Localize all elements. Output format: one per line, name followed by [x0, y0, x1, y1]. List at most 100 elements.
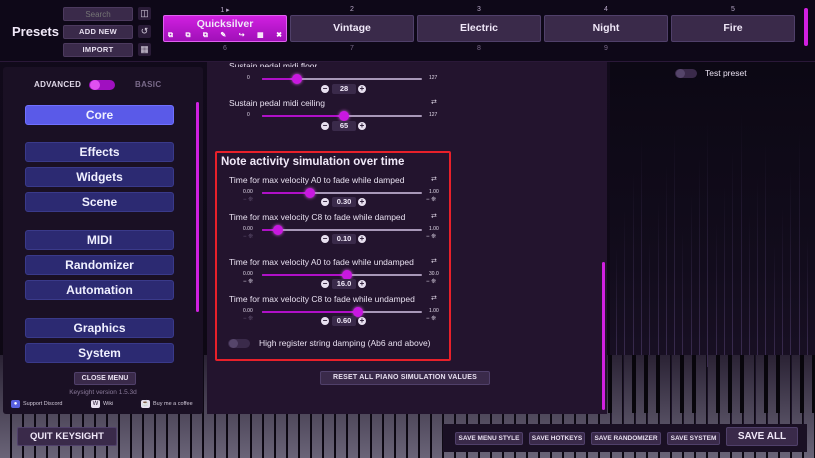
close-menu-button[interactable]: CLOSE MENU [74, 372, 136, 385]
slot-number-1: 1 ▸ [220, 7, 230, 14]
sustain-ceiling-fill [262, 115, 344, 117]
coffee-icon: ☕ [141, 400, 150, 408]
light-beam [806, 236, 808, 367]
save-menu-style-button[interactable]: SAVE MENU STYLE [455, 432, 523, 445]
paste-icon[interactable]: ⧉ [203, 32, 208, 40]
save-all-button[interactable]: SAVE ALL [726, 427, 798, 446]
reset-icon[interactable]: ⇄ [431, 176, 440, 183]
import-button[interactable]: IMPORT [63, 43, 133, 57]
slot-number-6[interactable]: 6 [163, 45, 287, 52]
save-icon[interactable]: ▦ [138, 43, 151, 56]
reset-all-button[interactable]: RESET ALL PIANO SIMULATION VALUES [320, 371, 490, 385]
a0-undamped-value[interactable]: 16.0 [332, 279, 356, 289]
light-beam [732, 149, 734, 367]
increment-button[interactable]: + [358, 122, 366, 130]
decrement-button[interactable]: − [321, 198, 329, 206]
decrement-button[interactable]: − [321, 280, 329, 288]
fine-decrement[interactable]: − ❊ [243, 196, 253, 203]
sidebar-item-scene[interactable]: Scene [25, 192, 174, 212]
increment-button[interactable]: + [358, 85, 366, 93]
high-register-damping-toggle[interactable] [228, 339, 250, 348]
sustain-floor-value[interactable]: 28 [332, 84, 356, 94]
preset-slot-3[interactable]: Electric [417, 15, 541, 42]
slot-number-8[interactable]: 8 [417, 45, 541, 52]
decrement-button[interactable]: − [321, 122, 329, 130]
fine-increment[interactable]: − ❊ [426, 315, 436, 322]
slider-min: 0.00 [243, 308, 253, 314]
preset-slot-4[interactable]: Night [544, 15, 668, 42]
support-discord-link[interactable]: ● Support Discord [11, 400, 62, 408]
decrement-button[interactable]: − [321, 85, 329, 93]
preset-slot-2[interactable]: Vintage [290, 15, 414, 42]
buy-coffee-link[interactable]: ☕ Buy me a coffee [141, 400, 193, 408]
light-beam [723, 186, 725, 367]
light-beam [798, 133, 800, 367]
sidebar-item-effects[interactable]: Effects [25, 142, 174, 162]
rename-icon[interactable]: ✎ [220, 32, 226, 40]
a0-damped-thumb[interactable] [305, 188, 315, 198]
reset-icon[interactable]: ⇄ [431, 295, 440, 302]
increment-button[interactable]: + [358, 280, 366, 288]
sustain-ceiling-label: Sustain pedal midi ceiling [229, 98, 325, 108]
sidebar-item-system[interactable]: System [25, 343, 174, 363]
sidebar-item-graphics[interactable]: Graphics [25, 318, 174, 338]
trash-icon[interactable]: ✖ [276, 32, 282, 40]
c8-damped-thumb[interactable] [273, 225, 283, 235]
quit-button[interactable]: QUIT KEYSIGHT [17, 427, 117, 446]
folder-icon[interactable]: ◫ [138, 7, 151, 20]
slider-max: 127 [429, 112, 438, 118]
save-system-button[interactable]: SAVE SYSTEM [667, 432, 720, 445]
version-text: Keysight version 1.5.3d [69, 389, 137, 396]
fine-increment[interactable]: − ❊ [426, 278, 436, 285]
presets-title: Presets [12, 24, 59, 39]
sidebar-scrollbar[interactable] [196, 102, 199, 312]
fine-decrement[interactable]: − ❊ [243, 233, 253, 240]
sidebar-item-randomizer[interactable]: Randomizer [25, 255, 174, 275]
reset-icon[interactable]: ⇄ [431, 99, 440, 106]
save-hotkeys-button[interactable]: SAVE HOTKEYS [529, 432, 585, 445]
preset-slot-1[interactable]: Quicksilver ⧉ ⧉ ⧉ ✎ ↪ ▦ ✖ [163, 15, 287, 42]
reset-icon[interactable]: ⇄ [431, 258, 440, 265]
c8-damped-value[interactable]: 0.10 [332, 234, 356, 244]
export-icon[interactable]: ↪ [239, 32, 245, 40]
preset-scrollbar[interactable] [804, 8, 808, 46]
mode-toggle[interactable] [89, 80, 115, 90]
increment-button[interactable]: + [358, 198, 366, 206]
slot-number-7[interactable]: 7 [290, 45, 414, 52]
fine-increment[interactable]: − ❊ [426, 196, 436, 203]
sustain-floor-thumb[interactable] [292, 74, 302, 84]
mode-basic-label: BASIC [135, 80, 162, 89]
light-beam [757, 178, 759, 367]
preset-search-input[interactable] [63, 7, 133, 21]
c8-damped-track[interactable] [262, 229, 422, 231]
sidebar-item-widgets[interactable]: Widgets [25, 167, 174, 187]
reset-icon[interactable]: ⇄ [431, 213, 440, 220]
wiki-link[interactable]: W Wiki [91, 400, 113, 408]
slot-number-9[interactable]: 9 [544, 45, 668, 52]
decrement-button[interactable]: − [321, 235, 329, 243]
save-slot-icon[interactable]: ▦ [257, 32, 264, 40]
increment-button[interactable]: + [358, 317, 366, 325]
light-beam [790, 170, 792, 367]
preset-bar: Presets ADD NEW IMPORT ◫ ↺ ▦ 1 ▸ Quicksi… [0, 0, 815, 62]
sidebar-item-automation[interactable]: Automation [25, 280, 174, 300]
duplicate-icon[interactable]: ⧉ [185, 32, 190, 40]
a0-damped-value[interactable]: 0.30 [332, 197, 356, 207]
settings-scrollbar[interactable] [602, 262, 605, 410]
sidebar-item-midi[interactable]: MIDI [25, 230, 174, 250]
preset-slot-5[interactable]: Fire [671, 15, 795, 42]
decrement-button[interactable]: − [321, 317, 329, 325]
undo-icon[interactable]: ↺ [138, 25, 151, 38]
save-randomizer-button[interactable]: SAVE RANDOMIZER [591, 432, 661, 445]
sustain-ceiling-value[interactable]: 65 [332, 121, 356, 131]
fine-decrement[interactable]: − ❊ [243, 315, 253, 322]
sustain-ceiling-thumb[interactable] [339, 111, 349, 121]
fine-increment[interactable]: − ❊ [426, 233, 436, 240]
copy-icon[interactable]: ⧉ [168, 32, 173, 40]
fine-decrement[interactable]: − ❊ [243, 278, 253, 285]
sidebar-item-core[interactable]: Core [25, 105, 174, 125]
test-preset-toggle[interactable] [675, 69, 697, 78]
add-new-button[interactable]: ADD NEW [63, 25, 133, 39]
c8-undamped-value[interactable]: 0.60 [332, 316, 356, 326]
increment-button[interactable]: + [358, 235, 366, 243]
